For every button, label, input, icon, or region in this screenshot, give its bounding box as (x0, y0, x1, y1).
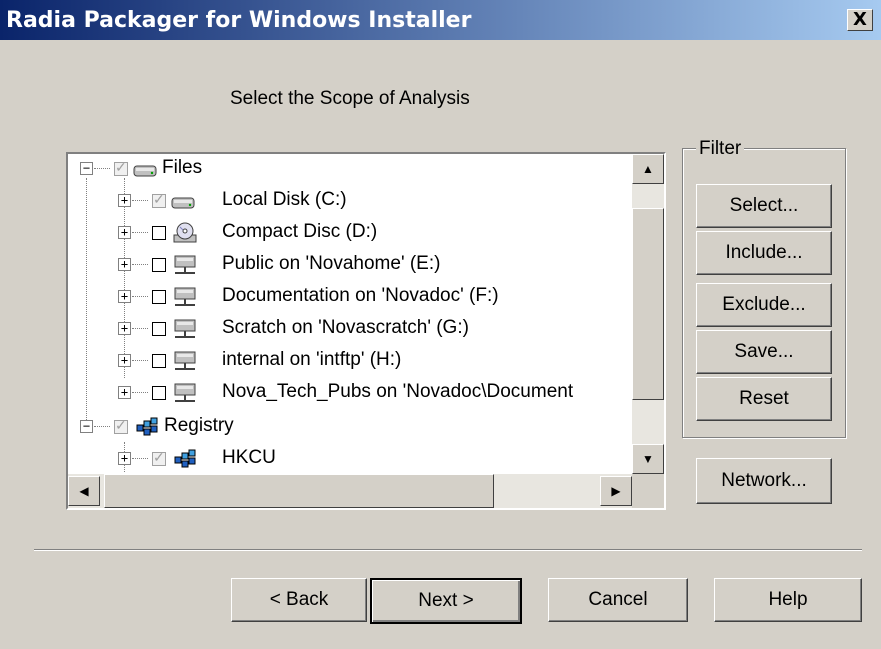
scrollbar-corner (632, 474, 664, 508)
tree-connector (132, 392, 148, 393)
tree-item-internal[interactable]: + internal on 'intftp' (H:) (68, 346, 632, 377)
filter-group-label: Filter (696, 138, 745, 160)
vertical-scroll-thumb[interactable] (632, 208, 664, 400)
expand-toggle[interactable]: + (118, 386, 131, 399)
horizontal-scroll-thumb[interactable] (104, 474, 494, 508)
checkbox[interactable] (152, 386, 166, 400)
tree-connector (94, 168, 110, 169)
tree-item-label: Compact Disc (D:) (222, 221, 378, 242)
drive-icon (132, 157, 158, 181)
checkbox[interactable] (152, 258, 166, 272)
close-button[interactable]: X (847, 9, 873, 31)
expand-toggle[interactable]: + (118, 322, 131, 335)
drive-icon (170, 189, 196, 213)
horizontal-scrollbar[interactable]: ◀ ▶ (68, 474, 632, 508)
checkbox[interactable] (152, 354, 166, 368)
tree-item-files[interactable]: − Files (68, 154, 632, 185)
exclude-button[interactable]: Exclude... (696, 283, 832, 327)
scroll-down-button[interactable]: ▼ (632, 444, 664, 474)
tree-item-documentation[interactable]: + Documentation on 'Novadoc' (F:) (68, 282, 632, 313)
save-button[interactable]: Save... (696, 330, 832, 374)
network-drive-icon (172, 349, 198, 373)
tree-item-label: Registry (164, 415, 234, 436)
vertical-scrollbar[interactable]: ▲ ▼ (632, 154, 664, 474)
tree-item-compact-disc[interactable]: + Compact Disc (D:) (68, 218, 632, 249)
tree-item-label: Nova_Tech_Pubs on 'Novadoc\Document (222, 381, 574, 402)
include-button[interactable]: Include... (696, 231, 832, 275)
window-title: Radia Packager for Windows Installer (6, 8, 472, 33)
reset-button[interactable]: Reset (696, 377, 832, 421)
checkbox[interactable] (152, 290, 166, 304)
tree-connector (132, 264, 148, 265)
scroll-left-button[interactable]: ◀ (68, 476, 100, 506)
tree-item-scratch[interactable]: + Scratch on 'Novascratch' (G:) (68, 314, 632, 345)
tree-item-local-disk[interactable]: + Local Disk (C:) (68, 186, 632, 217)
tree-item-public[interactable]: + Public on 'Novahome' (E:) (68, 250, 632, 281)
checkbox[interactable] (152, 322, 166, 336)
tree-connector (132, 296, 148, 297)
expand-toggle[interactable]: + (118, 452, 131, 465)
cancel-button[interactable]: Cancel (548, 578, 688, 622)
expand-toggle[interactable]: + (118, 290, 131, 303)
tree-item-label: Local Disk (C:) (222, 189, 347, 210)
back-button[interactable]: < Back (231, 578, 367, 622)
tree-connector (132, 232, 148, 233)
tree-item-label: Public on 'Novahome' (E:) (222, 253, 441, 274)
tree-item-hkcu[interactable]: + HKCU (68, 444, 632, 474)
checkbox[interactable] (152, 191, 166, 208)
network-drive-icon (172, 317, 198, 341)
tree-connector (132, 458, 148, 459)
expand-toggle[interactable]: + (118, 226, 131, 239)
tree-item-label: Documentation on 'Novadoc' (F:) (222, 285, 499, 306)
scroll-right-button[interactable]: ▶ (600, 476, 632, 506)
tree-item-registry[interactable]: − Registry (68, 412, 632, 443)
checkbox[interactable] (152, 449, 166, 466)
help-button[interactable]: Help (714, 578, 862, 622)
scroll-up-button[interactable]: ▲ (632, 154, 664, 184)
tree-connector (132, 360, 148, 361)
network-button[interactable]: Network... (696, 458, 832, 504)
scope-tree[interactable]: − Files + Local Disk (C:) + (66, 152, 666, 510)
checkbox[interactable] (152, 226, 166, 240)
cd-drive-icon (172, 221, 198, 245)
tree-connector (132, 328, 148, 329)
tree-viewport: − Files + Local Disk (C:) + (68, 154, 632, 474)
registry-icon (134, 415, 160, 439)
next-button[interactable]: Next > (370, 578, 522, 624)
tree-item-label: Files (162, 157, 203, 178)
registry-icon (172, 447, 198, 471)
tree-item-label: internal on 'intftp' (H:) (222, 349, 402, 370)
network-drive-icon (172, 285, 198, 309)
title-bar: Radia Packager for Windows Installer X (0, 0, 881, 40)
select-button[interactable]: Select... (696, 184, 832, 228)
checkbox[interactable] (114, 159, 128, 176)
network-drive-icon (172, 381, 198, 405)
expand-toggle[interactable]: + (118, 194, 131, 207)
tree-connector (132, 200, 148, 201)
expand-toggle[interactable]: + (118, 354, 131, 367)
tree-item-label: HKCU (222, 447, 276, 468)
checkbox[interactable] (114, 417, 128, 434)
footer-separator (34, 549, 862, 551)
tree-connector (94, 426, 110, 427)
tree-item-nova-tech-pubs[interactable]: + Nova_Tech_Pubs on 'Novadoc\Document (68, 378, 632, 409)
expand-toggle[interactable]: + (118, 258, 131, 271)
collapse-toggle[interactable]: − (80, 162, 93, 175)
network-drive-icon (172, 253, 198, 277)
collapse-toggle[interactable]: − (80, 420, 93, 433)
tree-item-label: Scratch on 'Novascratch' (G:) (222, 317, 469, 338)
page-heading: Select the Scope of Analysis (230, 88, 470, 109)
